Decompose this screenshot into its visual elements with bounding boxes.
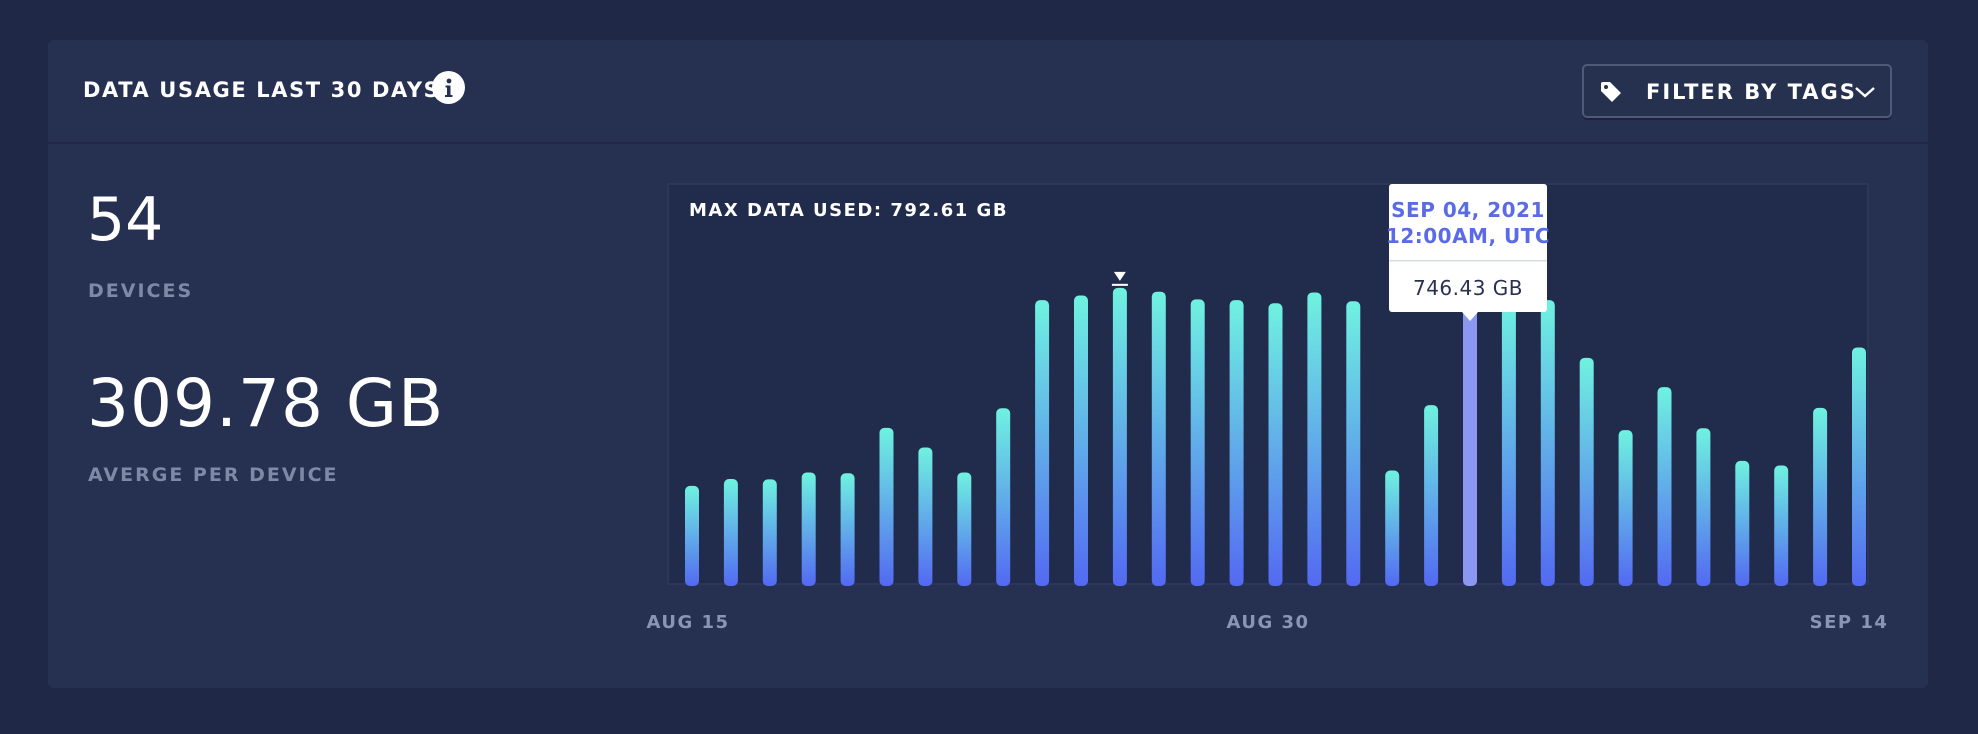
bar-2021-09-08[interactable]	[1618, 430, 1633, 586]
bar-2021-08-15[interactable]	[685, 485, 699, 586]
x-axis-ticks: AUG 15 AUG 30 SEP 14	[646, 612, 1889, 633]
x-tick-label: AUG 15	[646, 612, 729, 633]
tooltip-divider	[1389, 260, 1547, 262]
bar-2021-09-04[interactable]	[1463, 296, 1477, 586]
tooltip-value: 746.43 GB	[1413, 276, 1523, 300]
bar-2021-08-16[interactable]	[723, 479, 738, 586]
x-tick-label: SEP 14	[1810, 612, 1889, 633]
bar-2021-09-10[interactable]	[1696, 428, 1711, 586]
bar-2021-09-09[interactable]	[1657, 387, 1672, 586]
bar-2021-08-18[interactable]	[801, 472, 816, 586]
bar-2021-08-21[interactable]	[918, 447, 933, 586]
bar-2021-09-03[interactable]	[1424, 405, 1439, 586]
max-value-line	[1111, 283, 1128, 286]
bar-2021-08-22[interactable]	[957, 472, 972, 586]
usage-bar-chart: MAX DATA USED: 792.61 GB AUG 15 AUG 30 SEP…	[646, 183, 1889, 633]
tooltip: SEP 04, 202112:00AM, UTC 746.43 GB	[1386, 184, 1550, 321]
bar-2021-08-26[interactable]	[1112, 287, 1127, 586]
bar-2021-08-17[interactable]	[762, 479, 777, 586]
x-tick-label: AUG 30	[1226, 612, 1309, 633]
bar-2021-09-05[interactable]	[1501, 299, 1516, 586]
bar-2021-09-11[interactable]	[1735, 460, 1750, 586]
bar-2021-08-28[interactable]	[1190, 299, 1205, 586]
max-data-label: MAX DATA USED: 792.61 GB	[689, 200, 1008, 221]
bar-2021-09-01[interactable]	[1346, 301, 1361, 586]
bar-2021-08-20[interactable]	[879, 427, 894, 586]
bar-2021-09-07[interactable]	[1579, 357, 1594, 586]
bar-2021-08-23[interactable]	[996, 408, 1011, 586]
bar-2021-09-02[interactable]	[1385, 470, 1400, 586]
bar-2021-09-06[interactable]	[1540, 300, 1555, 586]
bar-2021-08-25[interactable]	[1074, 295, 1088, 586]
bar-2021-09-13[interactable]	[1813, 407, 1828, 586]
tooltip-time: 12:00AM, UTC	[1386, 224, 1550, 248]
bar-2021-08-19[interactable]	[840, 473, 855, 586]
bar-2021-09-12[interactable]	[1774, 465, 1789, 586]
bar-2021-08-24[interactable]	[1035, 300, 1050, 586]
bar-2021-08-31[interactable]	[1307, 292, 1322, 586]
bar-2021-08-30[interactable]	[1268, 303, 1283, 586]
bar-2021-09-14[interactable]	[1852, 347, 1866, 586]
tooltip-date: SEP 04, 2021	[1391, 198, 1545, 222]
bar-2021-08-27[interactable]	[1151, 291, 1166, 586]
bar-2021-08-29[interactable]	[1229, 300, 1244, 586]
